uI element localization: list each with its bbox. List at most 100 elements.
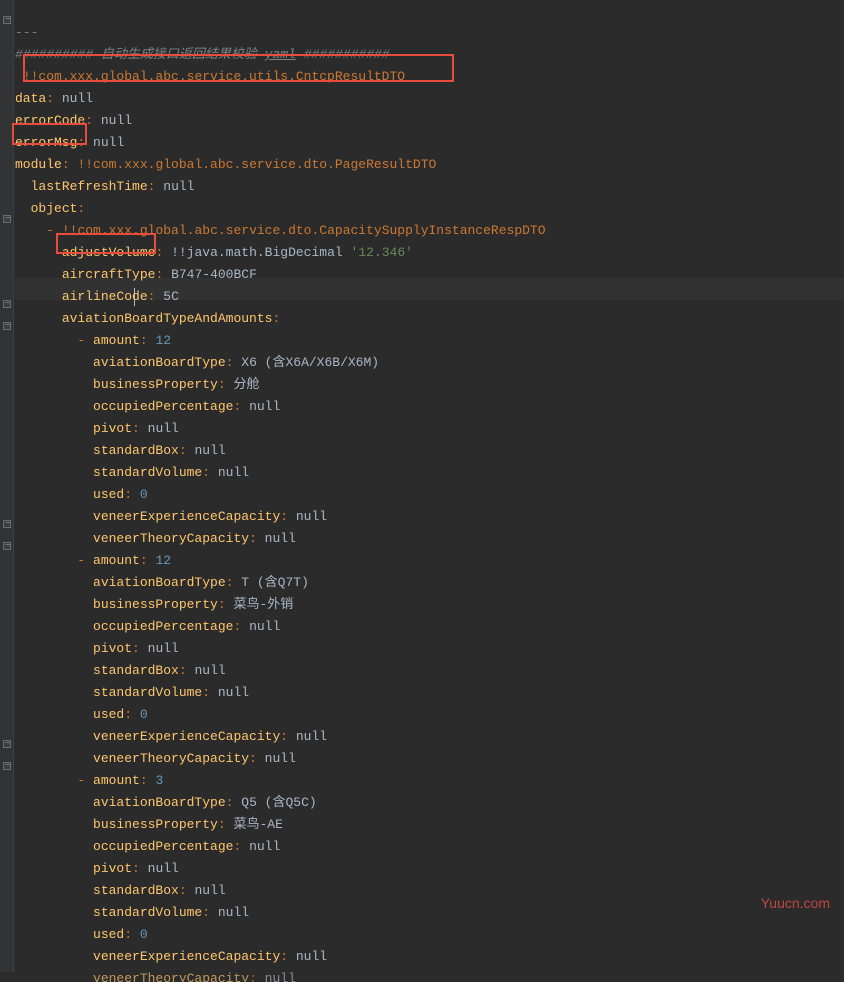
code-line[interactable]: occupiedPercentage: null (15, 836, 844, 858)
code-line[interactable]: aviationBoardType: X6 (含X6A/X6B/X6M) (15, 352, 844, 374)
type-tag: !!java.math.BigDecimal (171, 245, 343, 260)
yaml-value: null (265, 751, 296, 766)
code-line[interactable]: standardVolume: null (15, 902, 844, 924)
code-line[interactable]: aviationBoardType: Q5 (含Q5C) (15, 792, 844, 814)
comment-hash: ########## (15, 47, 93, 62)
code-line[interactable]: standardBox: null (15, 660, 844, 682)
yaml-key: object (31, 201, 78, 216)
code-line[interactable]: businessProperty: 分舱 (15, 374, 844, 396)
yaml-key: veneerExperienceCapacity (93, 949, 280, 964)
code-line[interactable]: pivot: null (15, 638, 844, 660)
code-line[interactable]: pivot: null (15, 418, 844, 440)
code-line[interactable]: - amount: 12 (15, 550, 844, 572)
yaml-key: used (93, 487, 124, 502)
code-line[interactable]: lastRefreshTime: null (15, 176, 844, 198)
code-line[interactable]: businessProperty: 菜鸟-外销 (15, 594, 844, 616)
code-line[interactable]: - amount: 3 (15, 770, 844, 792)
code-line[interactable]: !!com.xxx.global.abc.service.utils.Cntcp… (15, 66, 844, 88)
fold-marker-icon[interactable] (3, 322, 11, 330)
code-line[interactable]: aviationBoardType: T (含Q7T) (15, 572, 844, 594)
code-line[interactable]: used: 0 (15, 704, 844, 726)
code-editor[interactable]: --- ########## 自动生成接口返回结果校验 yaml #######… (15, 0, 844, 982)
yaml-key: errorCode (15, 113, 85, 128)
yaml-value: 分舱 (233, 377, 259, 392)
code-line[interactable]: standardVolume: null (15, 462, 844, 484)
code-line[interactable] (15, 0, 844, 22)
fold-marker-icon[interactable] (3, 300, 11, 308)
yaml-value: null (296, 509, 327, 524)
yaml-value: 12 (155, 553, 171, 568)
yaml-key: errorMsg (15, 135, 77, 150)
yaml-key: veneerExperienceCapacity (93, 509, 280, 524)
yaml-value: null (296, 949, 327, 964)
code-line[interactable]: pivot: null (15, 858, 844, 880)
code-line[interactable]: used: 0 (15, 924, 844, 946)
code-line[interactable]: - !!com.xxx.global.abc.service.dto.Capac… (15, 220, 844, 242)
fold-marker-icon[interactable] (3, 542, 11, 550)
yaml-value: null (194, 883, 225, 898)
yaml-value: null (194, 443, 225, 458)
code-line[interactable]: module: !!com.xxx.global.abc.service.dto… (15, 154, 844, 176)
yaml-value: null (249, 839, 280, 854)
yaml-value: 0 (140, 927, 148, 942)
code-line[interactable]: - amount: 12 (15, 330, 844, 352)
yaml-key: standardBox (93, 883, 179, 898)
yaml-key: amount (93, 553, 140, 568)
code-line[interactable]: standardBox: null (15, 880, 844, 902)
code-line[interactable]: aircraftType: B747-400BCF (15, 264, 844, 286)
yaml-key: used (93, 927, 124, 942)
yaml-key: veneerExperienceCapacity (93, 729, 280, 744)
yaml-key: aviationBoardType (93, 355, 226, 370)
fold-marker-icon[interactable] (3, 215, 11, 223)
code-line[interactable]: businessProperty: 菜鸟-AE (15, 814, 844, 836)
yaml-value: null (218, 465, 249, 480)
code-line[interactable]: errorMsg: null (15, 132, 844, 154)
code-line[interactable]: aviationBoardTypeAndAmounts: (15, 308, 844, 330)
code-line[interactable]: veneerTheoryCapacity: null (15, 968, 844, 982)
code-line[interactable]: occupiedPercentage: null (15, 616, 844, 638)
yaml-value: 12 (155, 333, 171, 348)
yaml-key: pivot (93, 421, 132, 436)
yaml-value: 5C (163, 289, 179, 304)
code-line[interactable]: veneerExperienceCapacity: null (15, 946, 844, 968)
yaml-key: aviationBoardType (93, 575, 226, 590)
yaml-value: null (249, 619, 280, 634)
code-line[interactable]: veneerExperienceCapacity: null (15, 726, 844, 748)
type-tag: !!com.xxx.global.abc.service.utils.Cntcp… (23, 69, 405, 84)
code-line[interactable]: data: null (15, 88, 844, 110)
code-line[interactable]: adjustVolume: !!java.math.BigDecimal '12… (15, 242, 844, 264)
code-line[interactable]: standardVolume: null (15, 682, 844, 704)
yaml-key: aviationBoardTypeAndAmounts (62, 311, 273, 326)
yaml-value: 0 (140, 487, 148, 502)
yaml-key: amount (93, 333, 140, 348)
fold-marker-icon[interactable] (3, 762, 11, 770)
fold-marker-icon[interactable] (3, 16, 11, 24)
yaml-value: B747-400BCF (171, 267, 257, 282)
yaml-key: pivot (93, 641, 132, 656)
code-line[interactable]: veneerExperienceCapacity: null (15, 506, 844, 528)
yaml-value: null (249, 399, 280, 414)
code-line[interactable]: veneerTheoryCapacity: null (15, 748, 844, 770)
type-tag: !!com.xxx.global.abc.service.dto.Capacit… (62, 223, 546, 238)
code-line[interactable]: --- (15, 22, 844, 44)
code-line[interactable]: used: 0 (15, 484, 844, 506)
fold-marker-icon[interactable] (3, 520, 11, 528)
yaml-key: standardVolume (93, 685, 202, 700)
editor-gutter[interactable] (0, 0, 14, 972)
code-line[interactable]: standardBox: null (15, 440, 844, 462)
yaml-key: occupiedPercentage (93, 839, 233, 854)
yaml-value: null (296, 729, 327, 744)
yaml-value: null (101, 113, 132, 128)
yaml-key: standardVolume (93, 465, 202, 480)
fold-marker-icon[interactable] (3, 740, 11, 748)
comment-yaml: yaml (265, 47, 296, 62)
code-line[interactable]: errorCode: null (15, 110, 844, 132)
code-line[interactable]: ########## 自动生成接口返回结果校验 yaml ########### (15, 44, 844, 66)
yaml-key: occupiedPercentage (93, 399, 233, 414)
code-line[interactable]: object: (15, 198, 844, 220)
code-line[interactable]: airlineCode: 5C (15, 286, 844, 308)
yaml-key: veneerTheoryCapacity (93, 751, 249, 766)
code-line[interactable]: occupiedPercentage: null (15, 396, 844, 418)
yaml-value: null (62, 91, 93, 106)
code-line[interactable]: veneerTheoryCapacity: null (15, 528, 844, 550)
